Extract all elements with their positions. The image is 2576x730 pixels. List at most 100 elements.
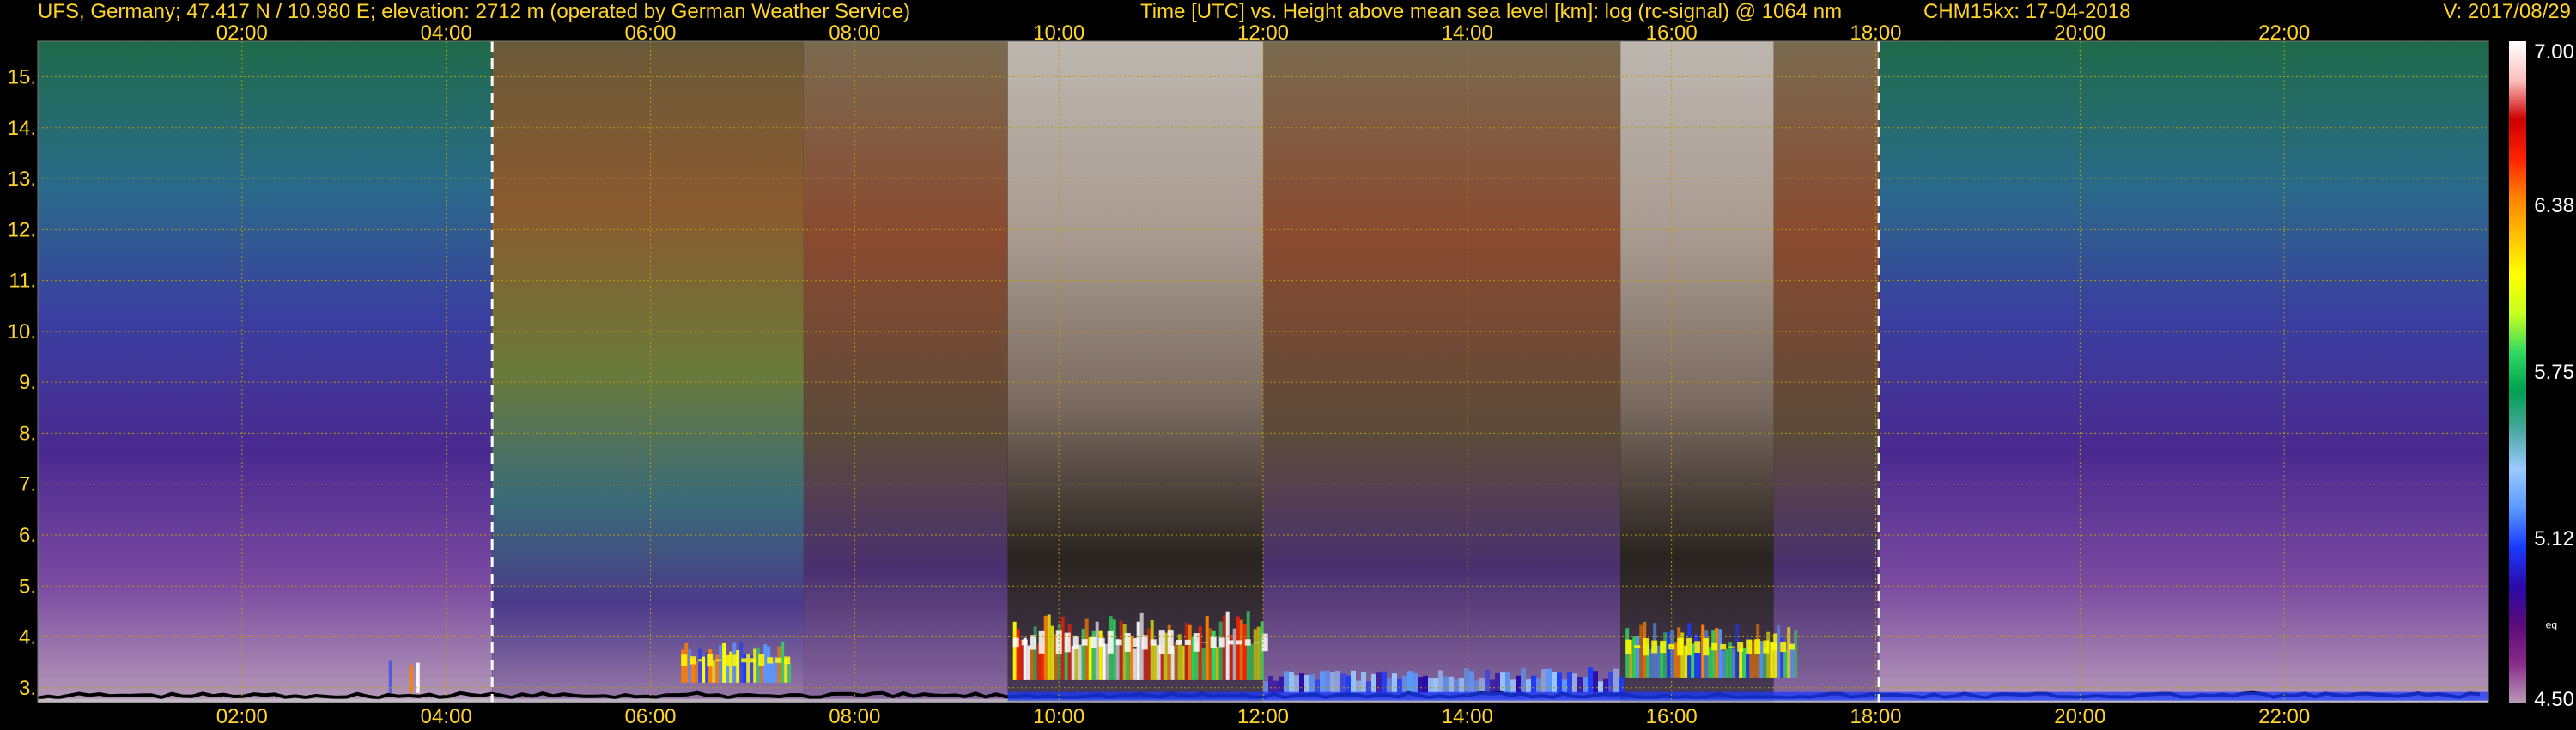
cloud-column-0-65 (1236, 616, 1240, 680)
cloud-core-0-83 (1098, 637, 1105, 647)
cloud-core-0-102 (1261, 633, 1268, 652)
cloud-core-0-79 (1064, 632, 1071, 653)
y-tick-8: 11. (9, 270, 36, 293)
cloud-core-2-44 (784, 656, 791, 665)
cloud-column-0-32 (1122, 624, 1127, 680)
cloud-column-0-69 (1249, 643, 1254, 680)
colorbar-unit-label: eq (2546, 619, 2557, 631)
x-tick-bottom-9: 20:00 (2054, 705, 2105, 728)
cloud-core-1-52 (1643, 638, 1649, 656)
cloud-column-1-43 (1773, 633, 1777, 678)
cloud-core-0-85 (1115, 639, 1122, 646)
cloud-column-1-33 (1739, 648, 1743, 678)
cloud-column-0-40 (1150, 620, 1154, 680)
cloud-core-2-39 (741, 658, 748, 663)
cloud-column-3-42 (1479, 678, 1485, 693)
cloud-core-1-56 (1677, 637, 1684, 656)
cloud-column-0-38 (1143, 646, 1147, 680)
cloud-column-3-17 (1351, 670, 1356, 693)
y-axis: 3. 4. 5. 6. 7. 8. 9. 10. 11. 12. 13. 14. 15. (8, 65, 36, 699)
cloud-core-2-42 (767, 657, 774, 664)
cloud-column-2-4 (695, 661, 699, 683)
cloud-column-3-53 (1536, 678, 1541, 693)
cloud-column-4-2 (416, 662, 420, 693)
cloud-column-2-21 (753, 648, 757, 683)
cloud-core-1-69 (1789, 643, 1795, 650)
cloud-column-3-58 (1562, 679, 1567, 693)
cloud-column-3-0 (1263, 681, 1268, 693)
cloud-column-0-56 (1205, 616, 1209, 680)
cloud-column-2-23 (760, 663, 764, 683)
cloud-column-0-5 (1030, 647, 1034, 680)
cloud-column-3-66 (1603, 678, 1608, 693)
cloud-core-0-92 (1176, 640, 1182, 645)
cloud-column-1-46 (1783, 650, 1788, 678)
cloud-column-3-52 (1531, 675, 1536, 693)
cloud-column-3-67 (1608, 672, 1613, 693)
cloud-core-1-68 (1780, 642, 1787, 652)
x-tick-bottom-6: 14:00 (1442, 705, 1493, 728)
x-tick-top-7: 16:00 (1646, 21, 1698, 45)
cloud-column-2-2 (688, 649, 692, 683)
cloud-core-0-86 (1124, 633, 1131, 652)
cloud-core-0-82 (1090, 636, 1097, 648)
cloud-column-0-49 (1181, 645, 1185, 680)
x-tick-bottom-2: 06:00 (624, 705, 676, 728)
cloud-column-2-26 (770, 660, 775, 683)
cloud-core-1-66 (1763, 640, 1770, 654)
cloud-column-2-13 (726, 663, 730, 683)
y-tick-11: 14. (8, 117, 36, 140)
x-tick-top-10: 22:00 (2258, 21, 2310, 45)
x-axis-bottom: 02:00 04:00 06:00 08:00 10:00 12:00 14:00 16:00… (216, 705, 2310, 728)
colorbar-labels: 7.00 6.38 5.75 5.12 4.50 eq (2534, 40, 2574, 711)
cloud-column-3-3 (1279, 676, 1284, 693)
cloud-column-4-1 (409, 665, 413, 693)
colorbar-label-0: 7.00 (2534, 40, 2574, 64)
cloud-column-3-68 (1613, 668, 1619, 693)
cloud-core-2-43 (775, 657, 782, 663)
cloud-column-0-4 (1026, 645, 1030, 680)
x-tick-top-1: 04:00 (421, 21, 472, 45)
cloud-column-0-2 (1019, 639, 1024, 680)
cloud-column-3-37 (1454, 678, 1459, 693)
cloud-column-1-20 (1694, 634, 1698, 678)
cloud-column-3-61 (1577, 677, 1583, 693)
cloud-core-1-63 (1737, 642, 1744, 652)
cloud-core-1-59 (1703, 637, 1710, 656)
cloud-core-0-81 (1081, 639, 1088, 646)
cloud-column-1-31 (1732, 648, 1736, 678)
cloud-column-3-14 (1335, 670, 1340, 693)
cloud-column-1-7 (1649, 648, 1654, 678)
cloud-core-0-90 (1158, 630, 1165, 654)
ceilometer-chart: 02:00 04:00 06:00 08:00 10:00 12:00 14:00 16:00… (8, 21, 2574, 728)
cloud-core-2-38 (732, 654, 739, 666)
cloud-column-3-43 (1485, 670, 1490, 693)
cloud-column-1-47 (1787, 627, 1791, 678)
cloud-column-0-6 (1033, 626, 1037, 680)
cloud-column-3-40 (1469, 671, 1474, 693)
cloud-column-3-56 (1552, 672, 1557, 693)
cloud-core-2-35 (707, 654, 714, 667)
cloud-column-1-11 (1663, 632, 1668, 678)
cloud-column-3-21 (1371, 673, 1376, 693)
cloud-core-0-87 (1133, 637, 1139, 647)
cloud-column-0-47 (1174, 641, 1178, 680)
cloud-column-3-8 (1304, 675, 1309, 693)
colorbar-label-1: 6.38 (2534, 194, 2574, 217)
y-tick-12: 15. (8, 65, 36, 88)
cloud-column-3-16 (1346, 675, 1351, 693)
cloud-column-0-66 (1239, 619, 1243, 680)
x-tick-top-4: 10:00 (1033, 21, 1084, 45)
cloud-column-1-2 (1632, 636, 1637, 678)
cloud-column-3-33 (1433, 678, 1438, 693)
cloud-column-2-25 (767, 646, 771, 683)
cloud-core-2-41 (758, 654, 765, 666)
cloud-column-3-59 (1567, 672, 1572, 693)
y-tick-4: 7. (19, 473, 36, 496)
cloud-column-2-0 (681, 649, 685, 683)
cloud-core-0-89 (1150, 639, 1157, 646)
x-tick-bottom-4: 10:00 (1033, 705, 1084, 728)
cloud-column-0-55 (1201, 648, 1206, 680)
colorbar: 7.00 6.38 5.75 5.12 4.50 eq (2509, 40, 2574, 711)
y-tick-2: 5. (19, 575, 36, 598)
